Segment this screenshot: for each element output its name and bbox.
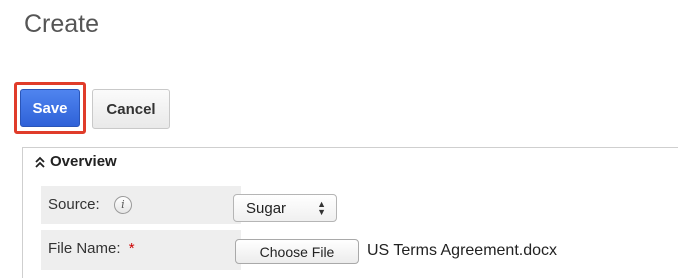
source-label-cell: Source: i bbox=[41, 186, 241, 224]
info-icon[interactable]: i bbox=[113, 196, 132, 215]
file-name-label-cell: File Name: * bbox=[41, 230, 241, 270]
source-select-value: Sugar bbox=[246, 199, 287, 217]
required-indicator: * bbox=[128, 240, 135, 257]
choose-file-button[interactable]: Choose File bbox=[235, 239, 359, 264]
overview-panel: Overview Source: i Sugar ▲ ▼ File Name: *… bbox=[22, 147, 678, 278]
selected-file-name: US Terms Agreement.docx bbox=[367, 242, 558, 259]
updown-arrows-icon: ▲ ▼ bbox=[317, 199, 326, 217]
panel-header-label: Overview bbox=[50, 153, 117, 170]
double-chevron-up-icon bbox=[35, 156, 45, 168]
source-select[interactable]: Sugar ▲ ▼ bbox=[233, 194, 337, 222]
file-name-label: File Name: bbox=[48, 240, 121, 257]
source-label: Source: bbox=[48, 196, 100, 213]
cancel-button[interactable]: Cancel bbox=[92, 89, 170, 129]
panel-header-overview[interactable]: Overview bbox=[33, 153, 117, 170]
save-button[interactable]: Save bbox=[20, 89, 80, 127]
page-title: Create bbox=[24, 10, 100, 38]
